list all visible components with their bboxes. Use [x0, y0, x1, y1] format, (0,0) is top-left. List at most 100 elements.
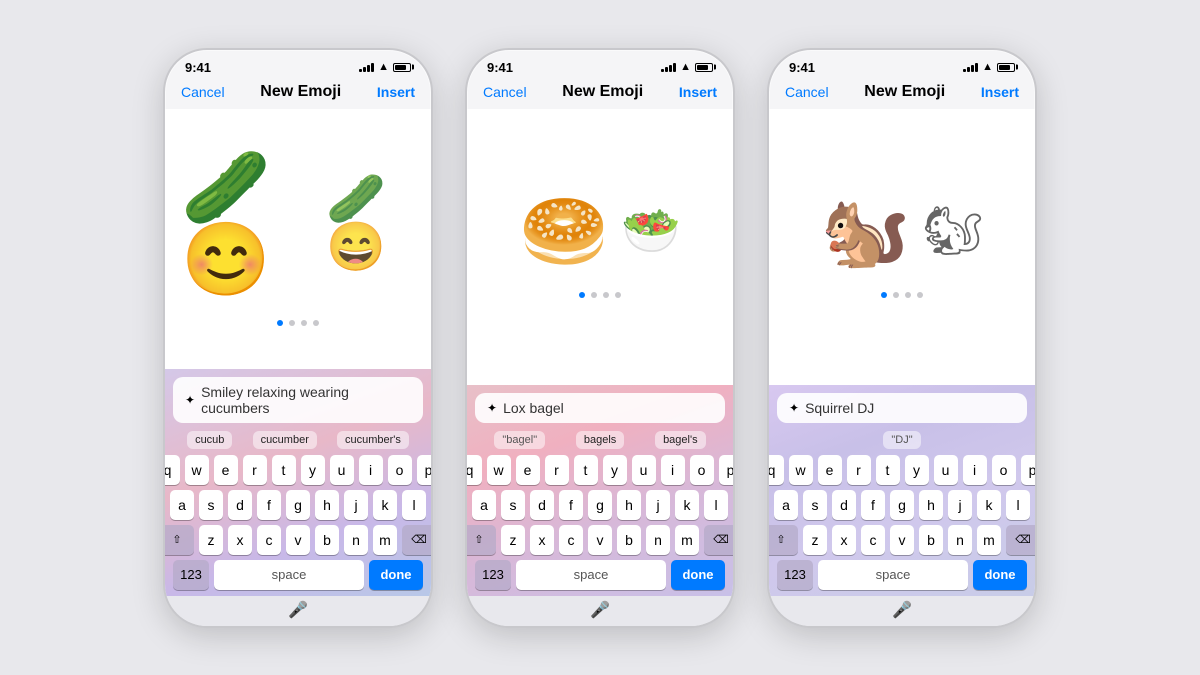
mic-icon-3[interactable]: 🎤 — [892, 600, 912, 620]
key-e-3[interactable]: e — [818, 455, 842, 485]
key-w-3[interactable]: w — [789, 455, 813, 485]
key-t-1[interactable]: t — [272, 455, 296, 485]
autocomplete-2-3[interactable]: bagel's — [655, 431, 706, 449]
autocomplete-2-1[interactable]: "bagel" — [494, 431, 545, 449]
key-l-1[interactable]: l — [402, 490, 426, 520]
key-f-1[interactable]: f — [257, 490, 281, 520]
key-u-2[interactable]: u — [632, 455, 656, 485]
key-k-1[interactable]: k — [373, 490, 397, 520]
key-done-1[interactable]: done — [369, 560, 423, 590]
key-f-3[interactable]: f — [861, 490, 885, 520]
key-r-2[interactable]: r — [545, 455, 569, 485]
key-k-3[interactable]: k — [977, 490, 1001, 520]
key-n-2[interactable]: n — [646, 525, 670, 555]
key-e-2[interactable]: e — [516, 455, 540, 485]
autocomplete-1-3[interactable]: cucumber's — [337, 431, 409, 449]
key-e-1[interactable]: e — [214, 455, 238, 485]
key-c-3[interactable]: c — [861, 525, 885, 555]
search-input-2[interactable]: ✦ Lox bagel — [475, 393, 725, 423]
key-w-1[interactable]: w — [185, 455, 209, 485]
emoji-secondary-2[interactable]: 🥗 — [621, 208, 681, 256]
key-p-1[interactable]: p — [417, 455, 434, 485]
key-b-2[interactable]: b — [617, 525, 641, 555]
mic-icon-1[interactable]: 🎤 — [288, 600, 308, 620]
key-num-1[interactable]: 123 — [173, 560, 209, 590]
key-v-1[interactable]: v — [286, 525, 310, 555]
autocomplete-1-2[interactable]: cucumber — [253, 431, 317, 449]
autocomplete-2-2[interactable]: bagels — [576, 431, 624, 449]
key-b-3[interactable]: b — [919, 525, 943, 555]
key-d-3[interactable]: d — [832, 490, 856, 520]
key-a-2[interactable]: a — [472, 490, 496, 520]
key-d-1[interactable]: d — [228, 490, 252, 520]
key-o-1[interactable]: o — [388, 455, 412, 485]
key-k-2[interactable]: k — [675, 490, 699, 520]
key-c-2[interactable]: c — [559, 525, 583, 555]
key-t-3[interactable]: t — [876, 455, 900, 485]
key-x-2[interactable]: x — [530, 525, 554, 555]
key-l-2[interactable]: l — [704, 490, 728, 520]
key-done-3[interactable]: done — [973, 560, 1027, 590]
key-q-3[interactable]: q — [767, 455, 784, 485]
mic-icon-2[interactable]: 🎤 — [590, 600, 610, 620]
key-shift-2[interactable]: ⇧ — [465, 525, 496, 555]
emoji-main-3[interactable]: 🐿️ — [821, 196, 911, 268]
key-n-3[interactable]: n — [948, 525, 972, 555]
key-g-1[interactable]: g — [286, 490, 310, 520]
key-q-2[interactable]: q — [465, 455, 482, 485]
key-d-2[interactable]: d — [530, 490, 554, 520]
key-r-3[interactable]: r — [847, 455, 871, 485]
key-i-2[interactable]: i — [661, 455, 685, 485]
key-s-1[interactable]: s — [199, 490, 223, 520]
key-h-1[interactable]: h — [315, 490, 339, 520]
key-z-3[interactable]: z — [803, 525, 827, 555]
key-j-1[interactable]: j — [344, 490, 368, 520]
key-j-3[interactable]: j — [948, 490, 972, 520]
cancel-button-3[interactable]: Cancel — [785, 84, 829, 100]
search-input-3[interactable]: ✦ Squirrel DJ — [777, 393, 1027, 423]
key-num-3[interactable]: 123 — [777, 560, 813, 590]
key-h-2[interactable]: h — [617, 490, 641, 520]
key-shift-3[interactable]: ⇧ — [767, 525, 798, 555]
cancel-button-2[interactable]: Cancel — [483, 84, 527, 100]
key-m-1[interactable]: m — [373, 525, 397, 555]
key-q-1[interactable]: q — [163, 455, 180, 485]
key-r-1[interactable]: r — [243, 455, 267, 485]
key-s-2[interactable]: s — [501, 490, 525, 520]
key-delete-3[interactable]: ⌫ — [1006, 525, 1037, 555]
key-delete-1[interactable]: ⌫ — [402, 525, 433, 555]
search-input-1[interactable]: ✦ Smiley relaxing wearing cucumbers — [173, 377, 423, 423]
key-s-3[interactable]: s — [803, 490, 827, 520]
autocomplete-3-1[interactable]: "DJ" — [883, 431, 920, 449]
key-b-1[interactable]: b — [315, 525, 339, 555]
key-c-1[interactable]: c — [257, 525, 281, 555]
key-num-2[interactable]: 123 — [475, 560, 511, 590]
key-t-2[interactable]: t — [574, 455, 598, 485]
key-u-1[interactable]: u — [330, 455, 354, 485]
key-g-3[interactable]: g — [890, 490, 914, 520]
key-space-2[interactable]: space — [516, 560, 666, 590]
key-m-2[interactable]: m — [675, 525, 699, 555]
key-o-3[interactable]: o — [992, 455, 1016, 485]
key-shift-1[interactable]: ⇧ — [163, 525, 194, 555]
key-i-3[interactable]: i — [963, 455, 987, 485]
key-i-1[interactable]: i — [359, 455, 383, 485]
key-u-3[interactable]: u — [934, 455, 958, 485]
key-a-3[interactable]: a — [774, 490, 798, 520]
key-m-3[interactable]: m — [977, 525, 1001, 555]
key-space-1[interactable]: space — [214, 560, 364, 590]
insert-button-1[interactable]: Insert — [377, 84, 415, 100]
key-done-2[interactable]: done — [671, 560, 725, 590]
key-v-2[interactable]: v — [588, 525, 612, 555]
key-f-2[interactable]: f — [559, 490, 583, 520]
key-x-3[interactable]: x — [832, 525, 856, 555]
key-p-2[interactable]: p — [719, 455, 736, 485]
key-y-1[interactable]: y — [301, 455, 325, 485]
insert-button-2[interactable]: Insert — [679, 84, 717, 100]
key-g-2[interactable]: g — [588, 490, 612, 520]
cancel-button-1[interactable]: Cancel — [181, 84, 225, 100]
key-v-3[interactable]: v — [890, 525, 914, 555]
key-h-3[interactable]: h — [919, 490, 943, 520]
key-p-3[interactable]: p — [1021, 455, 1038, 485]
emoji-main-2[interactable]: 🥯 — [519, 196, 609, 268]
